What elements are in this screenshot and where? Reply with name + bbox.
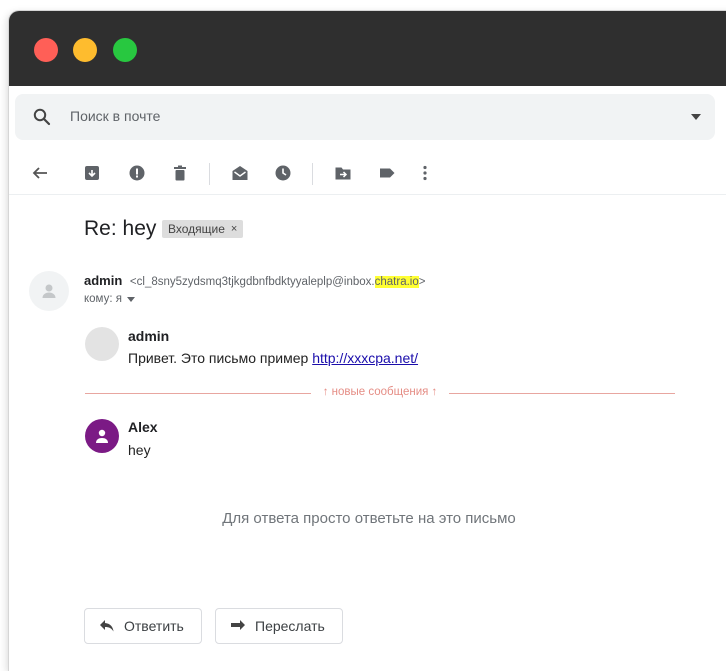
caret-down-icon[interactable] [691,114,701,120]
recipient-details-toggle[interactable]: кому: я [84,293,135,305]
more-vert-icon[interactable] [413,161,437,185]
reply-button[interactable]: Ответить [84,608,202,644]
quoted-message-link[interactable]: http://xxxcpa.net/ [312,350,418,366]
message-toolbar [9,151,726,195]
search-input[interactable]: Поиск в почте [70,108,160,124]
archive-icon[interactable] [80,161,104,185]
toolbar-bottom-border [9,194,726,195]
quoted-sender-name: admin [128,328,170,344]
reply-hint-text: Для ответа просто ответьте на это письмо [222,510,516,527]
inbox-label-chip[interactable]: Входящие × [162,220,244,238]
alex-avatar [85,419,119,453]
label-icon[interactable] [375,161,399,185]
person-icon [96,429,108,443]
sender-line: admin <cl_8sny5zydsmq3tjkgdbnfbdktyyalep… [84,273,425,288]
reply-sender-name: Alex [128,419,158,435]
new-messages-divider-label: ↑ новые сообщения ↑ [322,386,438,398]
report-spam-icon[interactable] [125,161,149,185]
toolbar-divider [312,163,313,185]
remove-label-button[interactable]: × [231,220,237,238]
delete-icon[interactable] [168,161,192,185]
to-label: кому: я [84,293,122,305]
quoted-sender-avatar [85,327,119,361]
label-chip-text: Входящие [168,222,225,236]
snooze-icon[interactable] [271,161,295,185]
email-subject: Re: hey [84,217,157,240]
minimize-window-button[interactable] [73,38,97,62]
mark-unread-icon[interactable] [228,161,252,185]
forward-button-label: Переслать [255,618,325,634]
sender-name[interactable]: admin [84,273,122,288]
mail-search-bar[interactable]: Поиск в почте [15,94,715,140]
close-window-button[interactable] [34,38,58,62]
new-messages-divider-line [449,393,675,394]
highlighted-domain: chatra.io [374,276,419,288]
maximize-window-button[interactable] [113,38,137,62]
reply-icon [100,620,114,632]
forward-icon [231,620,245,630]
sender-email: <cl_8sny5zydsmq3tjkgdbnfbdktyyaleplp@inb… [129,276,426,288]
forward-button[interactable]: Переслать [215,608,343,644]
toolbar-divider [209,163,210,185]
window-titlebar [9,11,726,86]
sender-avatar[interactable] [29,271,69,311]
reply-button-label: Ответить [124,618,184,634]
quoted-message-body: Привет. Это письмо пример http://xxxcpa.… [128,350,419,366]
search-icon[interactable] [33,108,51,131]
reply-message-body: hey [128,442,151,458]
new-messages-divider-line [85,393,311,394]
back-arrow-icon[interactable] [28,161,52,185]
person-icon [42,284,56,298]
caret-down-icon[interactable] [126,296,135,302]
move-to-icon[interactable] [331,161,355,185]
browser-window: Поиск в почте Re: hey Входящие × admin <… [9,11,726,671]
